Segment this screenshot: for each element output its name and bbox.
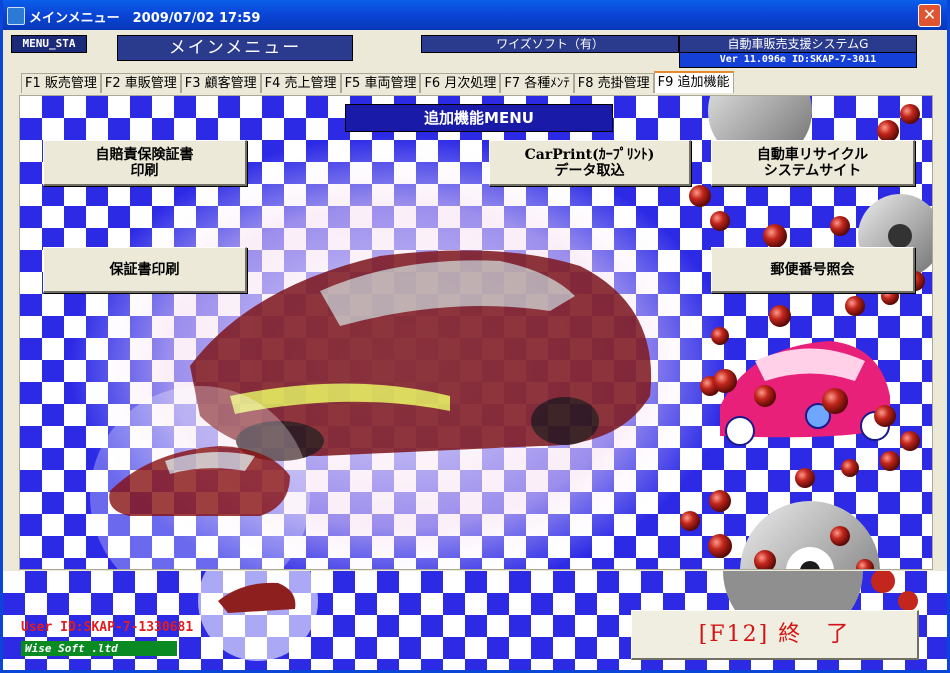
- system-name-label: 自動車販売支援システムG: [679, 35, 917, 53]
- tab-f1-sales[interactable]: F1 販売管理: [21, 73, 101, 93]
- app-icon: [7, 7, 25, 25]
- carprint-import-button[interactable]: CarPrint(ｶｰﾌﾟﾘﾝﾄ) データ取込: [489, 140, 691, 186]
- warranty-print-button[interactable]: 保証書印刷: [43, 247, 247, 293]
- tab-f8-receivables[interactable]: F8 売掛管理: [573, 73, 654, 93]
- exit-button[interactable]: [F12] 終 了: [631, 610, 919, 660]
- close-button[interactable]: ✕: [918, 4, 941, 27]
- tab-f3-customers[interactable]: F3 顧客管理: [180, 73, 261, 93]
- section-title: 追加機能MENU: [345, 104, 613, 132]
- postal-code-lookup-button[interactable]: 郵便番号照会: [711, 247, 915, 293]
- menu-status-label: MENU_STA: [11, 35, 87, 53]
- header-bar: MENU_STA メインメニュー ワイズソフト（有） 自動車販売支援システムG …: [3, 30, 947, 70]
- title-bar: メインメニュー 2009/07/02 17:59 ✕: [3, 0, 947, 30]
- pink-car-illustration: [720, 341, 890, 446]
- function-tabs: F1 販売管理 F2 車販管理 F3 顧客管理 F4 売上管理 F5 車両管理 …: [21, 71, 734, 95]
- company-label: ワイズソフト（有）: [421, 35, 679, 53]
- version-label: Ver 11.096e ID:SKAP-7-3011: [679, 52, 917, 68]
- window-title: メインメニュー 2009/07/02 17:59: [29, 11, 261, 26]
- company-badge: Wise Soft .ltd: [21, 641, 177, 656]
- page-title: メインメニュー: [117, 35, 353, 61]
- user-id-label: User ID:SKAP-7-1330681: [21, 620, 194, 635]
- main-window: メインメニュー 2009/07/02 17:59 ✕ MENU_STA メインメ…: [0, 0, 950, 673]
- tab-f9-additional[interactable]: F9 追加機能: [653, 71, 734, 93]
- tab-f2-car-sales[interactable]: F2 車販管理: [100, 73, 181, 93]
- recycle-site-button[interactable]: 自動車リサイクル システムサイト: [711, 140, 915, 186]
- tab-f7-maintenance[interactable]: F7 各種ﾒﾝﾃ: [500, 73, 574, 93]
- tab-f4-revenue[interactable]: F4 売上管理: [260, 73, 341, 93]
- jibaiseki-print-button[interactable]: 自賠責保険証書 印刷: [43, 140, 247, 186]
- tab-f5-vehicles[interactable]: F5 車両管理: [340, 73, 421, 93]
- tab-f6-monthly[interactable]: F6 月次処理: [420, 73, 501, 93]
